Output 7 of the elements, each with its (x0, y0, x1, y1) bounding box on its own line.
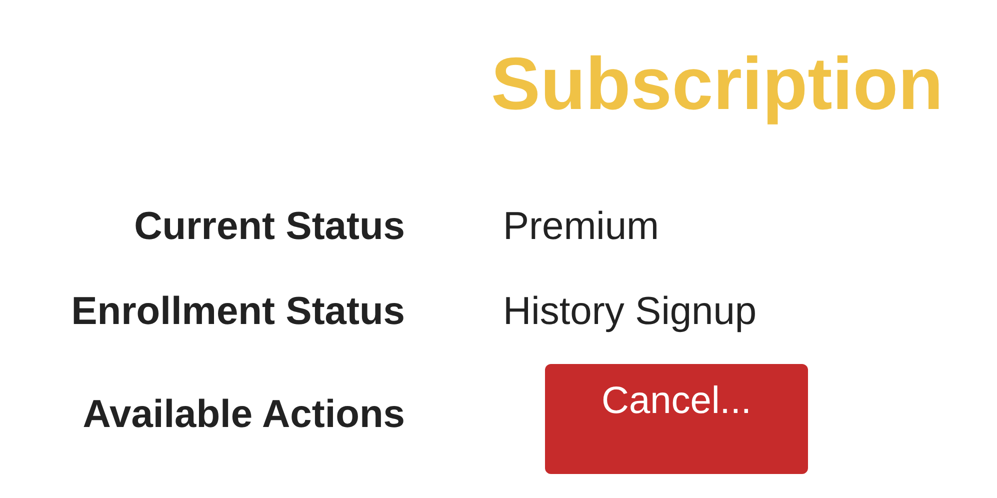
cancel-button[interactable]: Cancel... (545, 364, 808, 474)
field-label: Current Status (134, 204, 405, 250)
page-title: Subscription (491, 41, 944, 127)
field-label: Available Actions (82, 392, 405, 438)
field-value: Premium (503, 204, 660, 250)
field-value: History Signup (503, 289, 758, 335)
field-label: Enrollment Status (71, 289, 405, 335)
